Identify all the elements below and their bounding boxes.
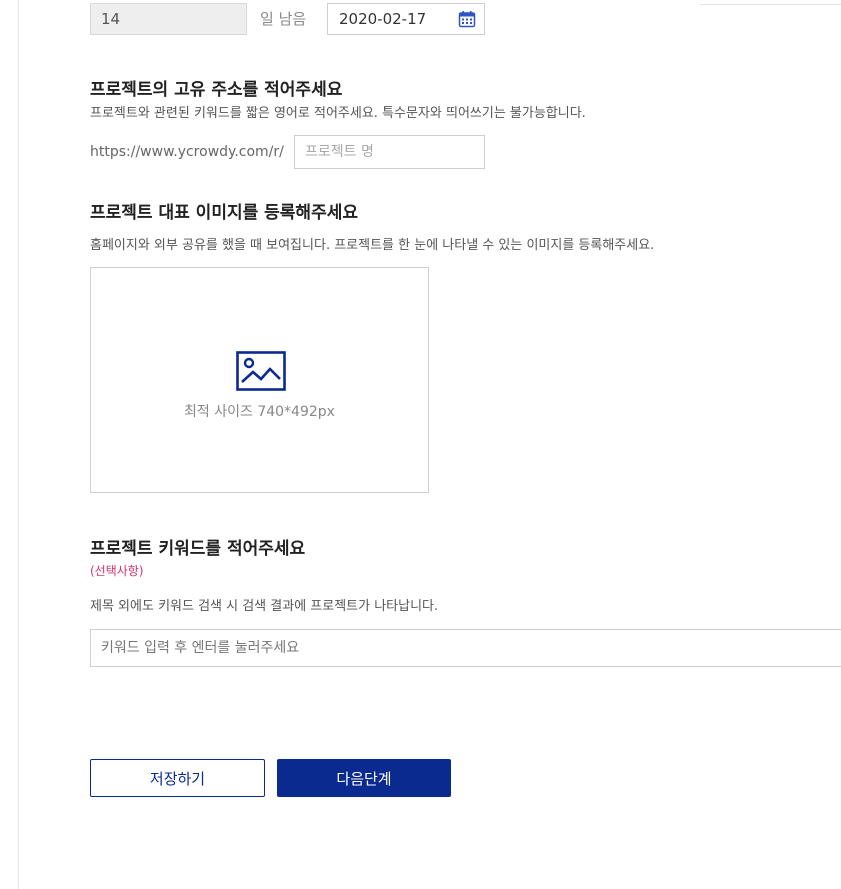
url-prefix: https://www.ycrowdy.com/r/ — [90, 144, 284, 160]
days-left-label: 일 남음 — [260, 10, 307, 28]
keyword-section-title: 프로젝트 키워드를 적어주세요 — [90, 539, 306, 559]
image-upload-box[interactable]: 최적 사이즈 740*492px — [90, 267, 429, 493]
keyword-input[interactable] — [90, 629, 841, 667]
url-section-title: 프로젝트의 고유 주소를 적어주세요 — [90, 80, 343, 100]
next-step-button[interactable]: 다음단계 — [277, 759, 451, 797]
save-button[interactable]: 저장하기 — [90, 759, 265, 797]
project-form-page: 14 일 남음 2020-02-17 프로젝트의 고유 주소를 적어주세요 프로… — [0, 0, 841, 889]
upload-size-hint: 최적 사이즈 740*492px — [184, 404, 335, 420]
duration-days-field[interactable]: 14 — [90, 3, 247, 35]
image-section-title: 프로젝트 대표 이미지를 등록해주세요 — [90, 203, 358, 223]
project-slug-input[interactable] — [294, 135, 485, 169]
image-section-description: 홈페이지와 외부 공유를 했을 때 보여집니다. 프로젝트를 한 눈에 나타낼 … — [90, 238, 655, 253]
left-divider — [18, 0, 19, 889]
end-date-value: 2020-02-17 — [339, 10, 427, 28]
image-icon — [236, 351, 286, 391]
end-date-picker[interactable]: 2020-02-17 — [327, 3, 485, 35]
url-section-description: 프로젝트와 관련된 키워드를 짧은 영어로 적어주세요. 특수문자와 띄어쓰기는… — [90, 106, 586, 121]
optional-label: (선택사항) — [90, 564, 144, 578]
calendar-icon[interactable] — [458, 10, 476, 28]
top-divider — [700, 4, 841, 5]
keyword-section-description: 제목 외에도 키워드 검색 시 검색 결과에 프로젝트가 나타납니다. — [90, 599, 439, 614]
